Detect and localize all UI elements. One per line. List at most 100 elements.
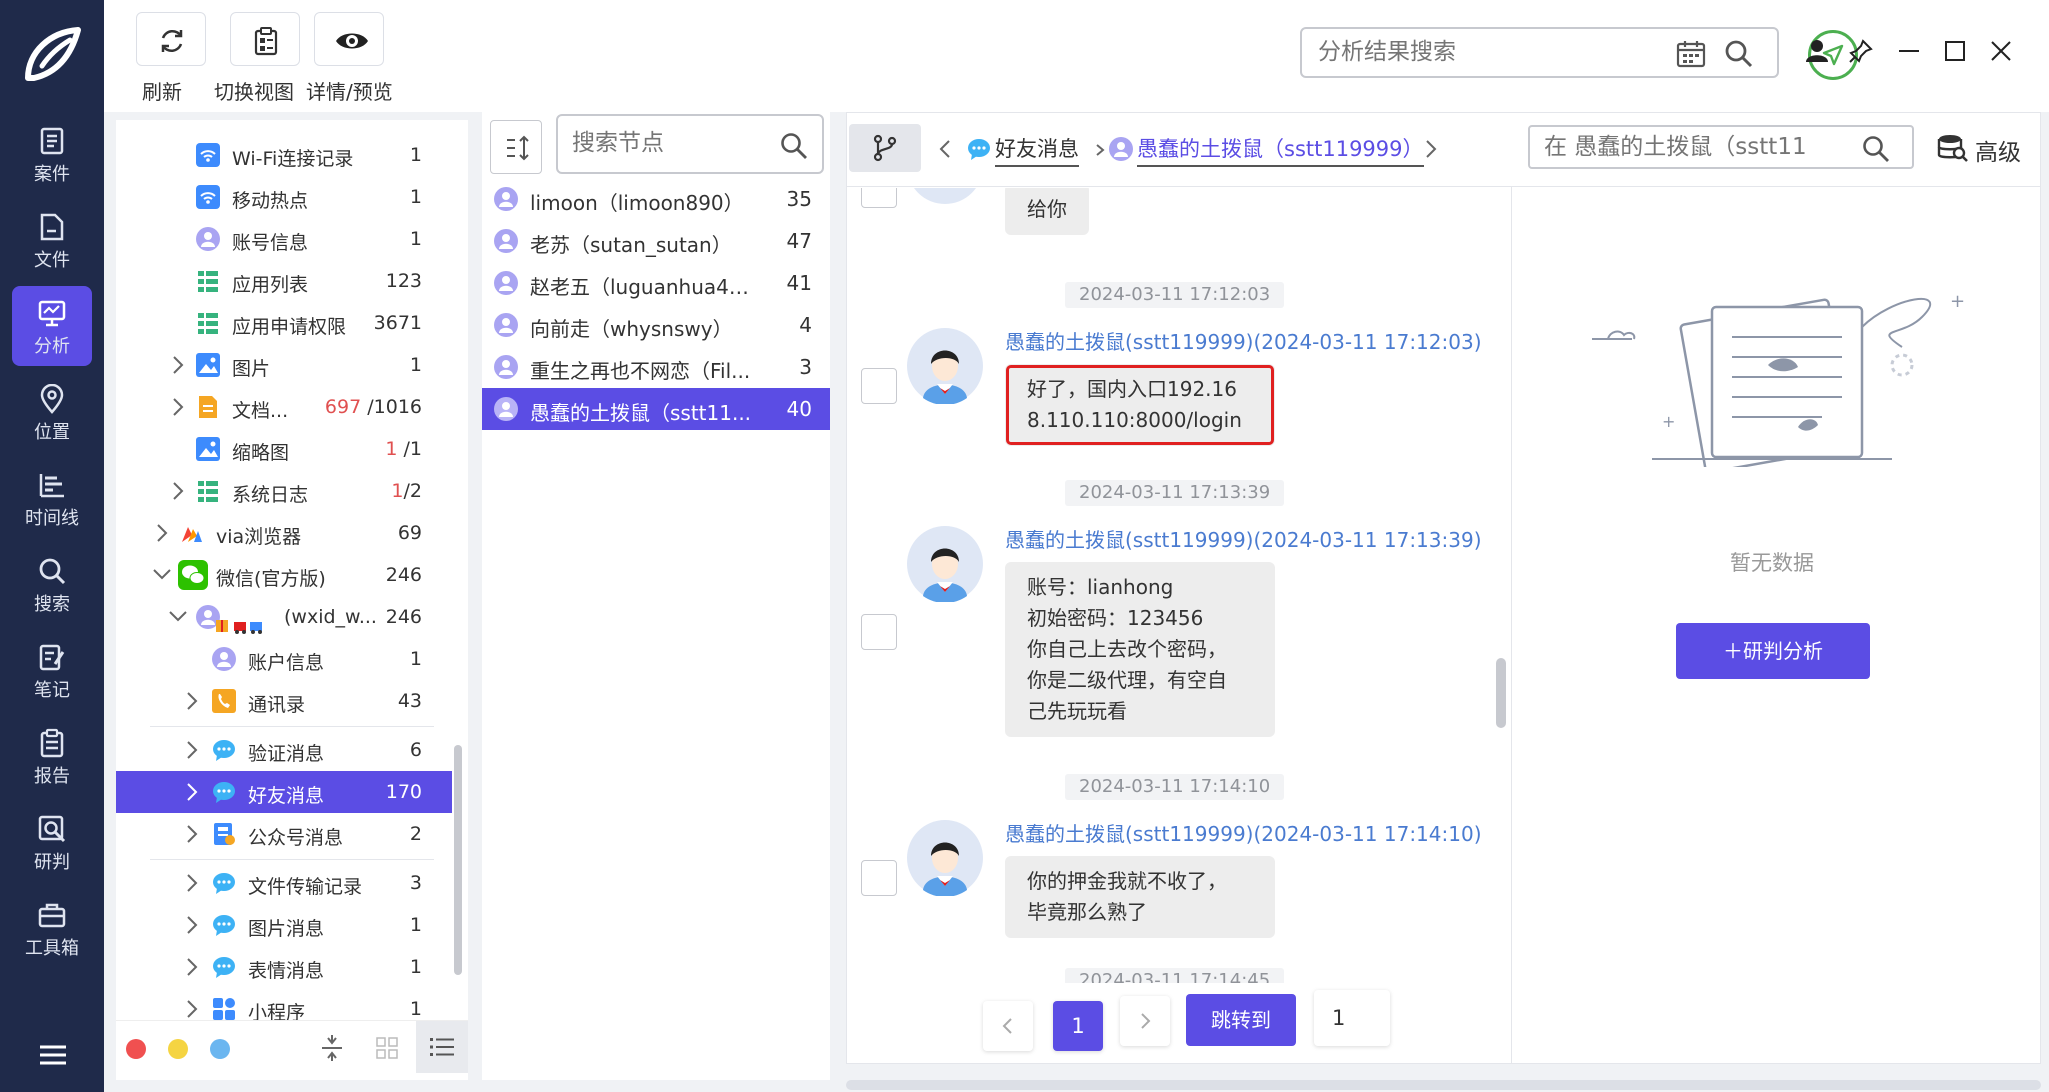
chevron-right-icon[interactable] <box>156 523 168 543</box>
details-preview-button[interactable] <box>314 12 384 66</box>
list-view-button[interactable] <box>416 1021 468 1073</box>
message-checkbox[interactable] <box>861 614 897 650</box>
chat-search-box[interactable] <box>1528 125 1914 169</box>
chevron-right-icon[interactable] <box>186 957 198 977</box>
tree-item-images[interactable]: 图片 1 <box>116 344 452 386</box>
nav-search[interactable]: 搜索 <box>12 544 92 624</box>
contact-item[interactable]: 重生之再也不网恋（Fil... 3 <box>482 346 830 388</box>
yellow-filter-dot[interactable] <box>168 1039 188 1059</box>
minimize-icon[interactable] <box>1896 38 1922 64</box>
nav-file[interactable]: 文件 <box>12 200 92 280</box>
note-icon <box>39 644 65 671</box>
nav-note[interactable]: 笔记 <box>12 630 92 710</box>
tree-item-image-messages[interactable]: 图片消息 1 <box>116 904 452 946</box>
message-checkbox[interactable] <box>861 188 897 208</box>
tree-item-verify-messages[interactable]: 验证消息 6 <box>116 729 452 771</box>
breadcrumb-contact[interactable]: 愚蠢的土拨鼠（sstt119999） <box>1137 133 1424 167</box>
nav-timeline[interactable]: 时间线 <box>12 458 92 538</box>
tree-scrollbar[interactable] <box>454 745 462 975</box>
chevron-right-icon[interactable] <box>172 355 184 375</box>
red-filter-dot[interactable] <box>126 1039 146 1059</box>
contact-item[interactable]: 向前走（whysnswy） 4 <box>482 304 830 346</box>
page-jump-input[interactable]: 1 <box>1314 990 1390 1046</box>
contact-item[interactable]: 赵老五（luguanhua45... 41 <box>482 262 830 304</box>
user-icon[interactable] <box>1804 38 1830 64</box>
node-search-box[interactable] <box>556 114 824 174</box>
close-icon[interactable] <box>1988 38 2014 64</box>
chevron-right-icon[interactable] <box>186 740 198 760</box>
tree-item-contacts[interactable]: 通讯录 43 <box>116 680 452 722</box>
chevron-right-icon[interactable] <box>172 397 184 417</box>
search-icon[interactable] <box>1862 135 1890 163</box>
tree-item-friend-messages[interactable]: 好友消息 170 <box>116 771 452 813</box>
search-icon[interactable] <box>1724 39 1754 69</box>
nav-report[interactable]: 报告 <box>12 716 92 796</box>
message-checkbox[interactable] <box>861 368 897 404</box>
nav-research[interactable]: 研判 <box>12 802 92 882</box>
blue-filter-dot[interactable] <box>210 1039 230 1059</box>
tree-item-wechat-account[interactable]: (wxid_w... 246 <box>116 596 452 638</box>
tree-item-app-permissions[interactable]: 应用申请权限 3671 <box>116 302 452 344</box>
chevron-right-icon[interactable] <box>186 691 198 711</box>
grid-view-icon[interactable] <box>376 1037 398 1059</box>
chevron-right-icon[interactable] <box>186 782 198 802</box>
tree-item-account-info[interactable]: 账号信息 1 <box>116 218 452 260</box>
tree-item-count-total: /1016 <box>367 396 422 418</box>
analysis-search-input[interactable] <box>1318 39 1648 65</box>
nav-location[interactable]: 位置 <box>12 372 92 452</box>
chevron-right-icon[interactable] <box>186 915 198 935</box>
research-analysis-button[interactable]: ＋研判分析 <box>1676 623 1870 679</box>
tree-item-wechat-account-info[interactable]: 账户信息 1 <box>116 638 452 680</box>
prev-page-button[interactable] <box>983 1001 1033 1051</box>
breadcrumb-friend-messages[interactable]: 好友消息 <box>995 133 1079 167</box>
user-icon <box>494 397 518 421</box>
switch-view-button[interactable] <box>230 12 300 66</box>
menu-icon[interactable] <box>40 1045 66 1065</box>
tree-item-via-browser[interactable]: via浏览器 69 <box>116 512 452 554</box>
tree-item-system-log[interactable]: 系统日志 1/2 <box>116 470 452 512</box>
contact-item[interactable]: 老苏（sutan_sutan） 47 <box>482 220 830 262</box>
refresh-button[interactable] <box>136 12 206 66</box>
sort-button[interactable] <box>490 120 542 174</box>
message-scrollbar[interactable] <box>1496 658 1506 728</box>
maximize-icon[interactable] <box>1942 38 1968 64</box>
tree-item-official-account-messages[interactable]: 公众号消息 2 <box>116 813 452 855</box>
chevron-right-icon[interactable] <box>186 873 198 893</box>
next-page-button[interactable] <box>1120 996 1170 1046</box>
calendar-icon[interactable] <box>1676 39 1706 69</box>
pin-icon[interactable] <box>1848 38 1874 64</box>
nav-analysis[interactable]: 分析 <box>12 286 92 366</box>
chevron-left-icon[interactable] <box>939 139 951 159</box>
analysis-search-box[interactable] <box>1300 27 1779 78</box>
search-icon[interactable] <box>780 132 808 160</box>
page-number-button[interactable]: 1 <box>1053 1001 1103 1051</box>
tree-item-hotspot[interactable]: 移动热点 1 <box>116 176 452 218</box>
tree-item-app-list[interactable]: 应用列表 123 <box>116 260 452 302</box>
contact-item-selected[interactable]: 愚蠢的土拨鼠（sstt11... 40 <box>482 388 830 430</box>
chevron-right-icon[interactable] <box>186 824 198 844</box>
horizontal-scrollbar[interactable] <box>846 1080 2041 1090</box>
tree-item-sticker-messages[interactable]: 表情消息 1 <box>116 946 452 988</box>
tree-item-count-flagged: 697 <box>324 396 362 418</box>
tree-item-count: 170 <box>385 781 422 803</box>
jump-to-button[interactable]: 跳转到 <box>1186 994 1296 1046</box>
nav-case[interactable]: 案件 <box>12 114 92 194</box>
tree-item-wechat[interactable]: 微信(官方版) 246 <box>116 554 452 596</box>
chevron-right-icon[interactable] <box>172 481 184 501</box>
nav-toolbox[interactable]: 工具箱 <box>12 888 92 968</box>
tree-item-wifi-records[interactable]: Wi-Fi连接记录 1 <box>116 134 452 176</box>
collapse-icon[interactable] <box>320 1035 344 1061</box>
contact-name: 老苏（sutan_sutan） <box>530 233 732 257</box>
message-checkbox[interactable] <box>861 860 897 896</box>
contact-item[interactable]: limoon（limoon890） 35 <box>482 178 830 220</box>
tree-item-file-transfer[interactable]: 文件传输记录 3 <box>116 862 452 904</box>
chevron-down-icon[interactable] <box>152 568 172 580</box>
chevron-right-icon[interactable] <box>186 999 198 1019</box>
tree-item-documents[interactable]: 文档... 697 /1016 <box>116 386 452 428</box>
chat-search-input[interactable] <box>1544 134 1844 160</box>
branch-button[interactable] <box>849 124 921 172</box>
node-search-input[interactable] <box>572 130 762 156</box>
tree-item-thumbnails[interactable]: 缩略图 1 /1 <box>116 428 452 470</box>
chevron-right-icon[interactable] <box>1425 139 1437 159</box>
chevron-down-icon[interactable] <box>168 610 188 622</box>
